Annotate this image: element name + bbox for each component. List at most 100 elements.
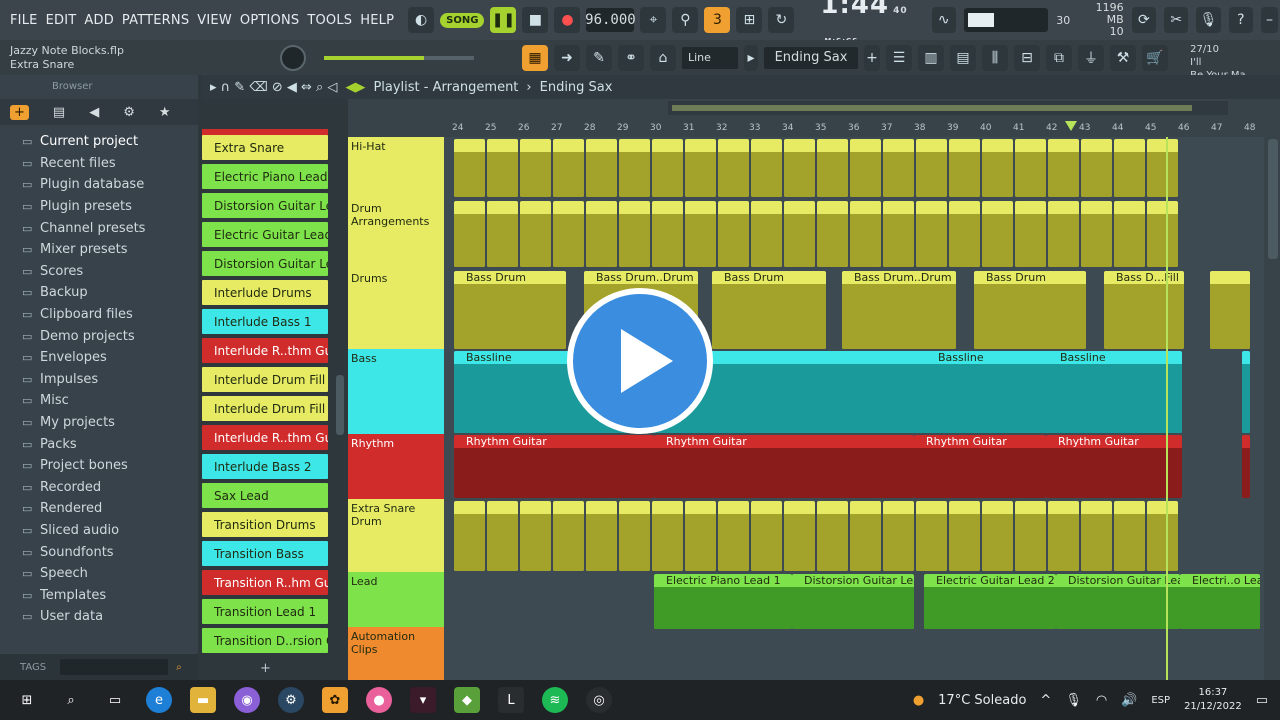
clip[interactable] bbox=[949, 139, 980, 197]
app-dark-icon[interactable]: ▾ bbox=[410, 687, 436, 713]
clip[interactable] bbox=[982, 501, 1013, 571]
tab-plugins-icon[interactable]: ⚙ bbox=[123, 105, 135, 120]
microphone-icon[interactable]: 🎙 bbox=[1196, 7, 1221, 33]
clip[interactable]: Electric Guitar Lead 2 bbox=[924, 574, 1056, 629]
clip[interactable] bbox=[553, 139, 584, 197]
arrow-icon[interactable]: ➜ bbox=[554, 44, 580, 71]
clip[interactable] bbox=[850, 139, 881, 197]
clip[interactable]: Distorsion Guitar Lead 1 bbox=[792, 574, 914, 629]
tempo-knob-icon[interactable]: ◐ bbox=[408, 7, 435, 33]
clip[interactable] bbox=[1114, 139, 1145, 197]
volume-icon[interactable]: 🔊 bbox=[1121, 693, 1137, 708]
clip[interactable]: Bass Drum bbox=[974, 271, 1086, 349]
clip[interactable] bbox=[883, 501, 914, 571]
loop-record-icon[interactable]: ↻ bbox=[768, 7, 795, 33]
app-l-icon[interactable]: L bbox=[498, 687, 524, 713]
clip[interactable] bbox=[784, 501, 815, 571]
pattern-item[interactable]: Interlude Drums bbox=[202, 280, 328, 305]
record-button[interactable]: ● bbox=[554, 7, 581, 33]
snap-selector[interactable]: Line bbox=[682, 46, 738, 69]
clip[interactable] bbox=[1147, 139, 1178, 197]
file-explorer-icon[interactable]: ▬ bbox=[190, 687, 216, 713]
clip[interactable] bbox=[1081, 201, 1112, 267]
pause-button[interactable]: ❚❚ bbox=[490, 7, 517, 33]
plug-icon[interactable]: ⏚ bbox=[1078, 44, 1104, 71]
browser-item[interactable]: ▭ Current project bbox=[0, 131, 198, 153]
chrome-icon[interactable]: ◉ bbox=[234, 687, 260, 713]
clip[interactable] bbox=[949, 201, 980, 267]
browser-item[interactable]: ▭ Misc bbox=[0, 390, 198, 412]
wrench-icon[interactable]: ⚒ bbox=[1110, 44, 1136, 71]
tools-icon[interactable]: ✂ bbox=[1164, 7, 1189, 33]
playlist-tools-icon[interactable]: ▸ ∩ ✎ ⌫ ⊘ ◀ ⇔ ⌕ ◁ bbox=[210, 80, 337, 95]
search-icon[interactable]: ⌕ bbox=[176, 662, 182, 673]
clip[interactable] bbox=[1015, 501, 1046, 571]
spotify-icon[interactable]: ≋ bbox=[542, 687, 568, 713]
track-header[interactable]: Drum Arrangements bbox=[348, 199, 444, 269]
clip[interactable] bbox=[553, 201, 584, 267]
add-pattern-icon[interactable]: + bbox=[864, 44, 880, 71]
menu-help[interactable]: HELP bbox=[360, 13, 394, 28]
menu-file[interactable]: FILE bbox=[10, 13, 38, 28]
clip[interactable] bbox=[1015, 139, 1046, 197]
weather-text[interactable]: 17°C Soleado bbox=[938, 693, 1026, 708]
clip[interactable] bbox=[685, 501, 716, 571]
clip[interactable] bbox=[718, 201, 749, 267]
tab-all-icon[interactable]: + bbox=[10, 104, 29, 120]
pattern-item[interactable]: Interlude Drum Fill 1 bbox=[202, 367, 328, 392]
clip[interactable] bbox=[520, 201, 551, 267]
clip[interactable]: Distorsion Guitar Lead 2 bbox=[1056, 574, 1180, 629]
clock[interactable]: 16:37 21/12/2022 bbox=[1184, 686, 1242, 714]
channel-rack-icon[interactable]: ▥ bbox=[918, 44, 944, 71]
menu-patterns[interactable]: PATTERNS bbox=[122, 13, 189, 28]
playlist-play-icon[interactable]: ◀▶ bbox=[345, 80, 365, 95]
menu-edit[interactable]: EDIT bbox=[46, 13, 77, 28]
browser-item[interactable]: ▭ Channel presets bbox=[0, 217, 198, 239]
clip[interactable]: Rhythm Guitar bbox=[1046, 435, 1182, 498]
clip[interactable] bbox=[1147, 501, 1178, 571]
clip[interactable]: Electri..o Lead 1 bbox=[1180, 574, 1260, 629]
browser-item[interactable]: ▭ Mixer presets bbox=[0, 239, 198, 261]
clip[interactable]: Rhythm Guitar bbox=[914, 435, 1046, 498]
pattern-item[interactable]: Transition R..hm Guitar 1 bbox=[202, 570, 328, 595]
browser-item[interactable]: ▭ Sliced audio bbox=[0, 520, 198, 542]
clip[interactable] bbox=[1048, 201, 1079, 267]
track-header[interactable]: Extra Snare Drum bbox=[348, 499, 444, 572]
stop-button[interactable]: ■ bbox=[522, 7, 549, 33]
clip[interactable] bbox=[454, 201, 485, 267]
windows-start-icon[interactable]: ⊞ bbox=[14, 687, 40, 713]
pattern-item[interactable]: Distorsion Guitar Lead 1 bbox=[202, 193, 328, 218]
clip[interactable] bbox=[883, 201, 914, 267]
clip[interactable] bbox=[685, 139, 716, 197]
tray-chevron-icon[interactable]: ^ bbox=[1040, 693, 1051, 708]
piano-roll-icon[interactable]: ▤ bbox=[950, 44, 976, 71]
clip[interactable] bbox=[619, 201, 650, 267]
clip[interactable] bbox=[1081, 501, 1112, 571]
edge-icon[interactable]: e bbox=[146, 687, 172, 713]
browser-item[interactable]: ▭ Rendered bbox=[0, 498, 198, 520]
clip[interactable] bbox=[949, 501, 980, 571]
browser-item[interactable]: ▭ Project bones bbox=[0, 455, 198, 477]
clip[interactable] bbox=[916, 139, 947, 197]
tab-favorites-icon[interactable]: ★ bbox=[159, 105, 171, 120]
browser-item[interactable]: ▭ Templates bbox=[0, 584, 198, 606]
browser-item[interactable]: ▭ Recorded bbox=[0, 477, 198, 499]
clip[interactable]: Rhythm Guitar bbox=[454, 435, 654, 498]
clip[interactable] bbox=[1114, 501, 1145, 571]
mixer-icon[interactable]: ⫼ bbox=[982, 44, 1008, 71]
tab-files-icon[interactable]: ▤ bbox=[53, 105, 65, 120]
tempo-field[interactable]: 96.000 bbox=[585, 8, 636, 32]
playlist-view-icon[interactable]: ▦ bbox=[522, 44, 548, 71]
track-header[interactable]: Automation Clips bbox=[348, 627, 444, 680]
track-header[interactable]: Hi-Hat bbox=[348, 137, 444, 199]
browser-item[interactable]: ▭ My projects bbox=[0, 412, 198, 434]
browser-item[interactable]: ▭ Backup bbox=[0, 282, 198, 304]
clip[interactable] bbox=[586, 501, 617, 571]
pattern-item[interactable]: Extra Snare bbox=[202, 135, 328, 160]
clip[interactable] bbox=[652, 501, 683, 571]
playlist-grid[interactable]: Bass Drum Bass Drum..Drum Fill Bass Drum Ba… bbox=[444, 137, 1264, 680]
pattern-item[interactable]: Transition Drums bbox=[202, 512, 328, 537]
pattern-item[interactable]: Sax Lead bbox=[202, 483, 328, 508]
pattern-item[interactable]: Transition D..rsion Guitar bbox=[202, 628, 328, 653]
picker-scrollbar[interactable] bbox=[336, 375, 344, 435]
